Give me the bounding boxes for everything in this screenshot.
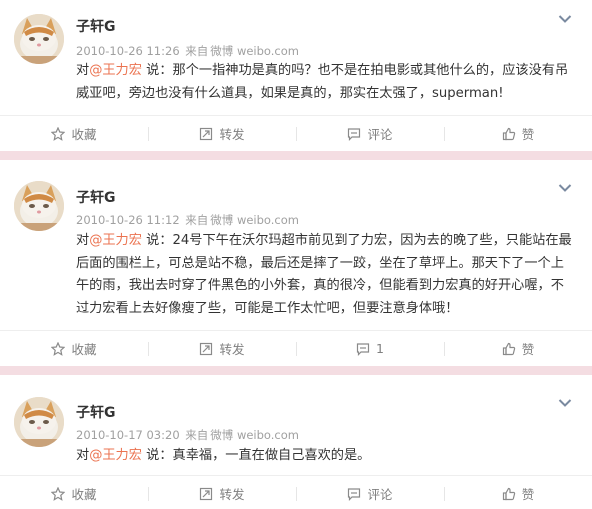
action-bar: 收藏 转发 评论 赞 (0, 475, 592, 509)
comment-button[interactable]: 评论 (296, 116, 444, 151)
mention-link[interactable]: @王力宏 (89, 63, 142, 78)
thumbs-up-icon (502, 127, 515, 140)
user-avatar[interactable] (14, 14, 64, 64)
like-button[interactable]: 赞 (444, 476, 592, 509)
user-avatar[interactable] (14, 397, 64, 447)
post-card: 子轩G 2010-10-26 11:26 来自 微博 weibo.com 对@王力… (0, 0, 592, 151)
reply-prefix: 对 (76, 63, 90, 78)
favorite-label: 收藏 (71, 487, 97, 502)
forward-icon (200, 342, 213, 355)
reply-suffix: 说： (141, 233, 173, 248)
post-card: 子轩G 2010-10-17 03:20 来自 微博 weibo.com 对@王力… (0, 375, 592, 509)
forward-button[interactable]: 转发 (148, 331, 296, 366)
star-icon (51, 341, 66, 356)
user-name[interactable]: 子轩G (76, 187, 116, 207)
favorite-label: 收藏 (71, 342, 97, 357)
comment-icon (348, 487, 361, 501)
reply-prefix: 对 (76, 448, 90, 463)
avatar-kitten-image (14, 397, 64, 447)
card-separator (0, 151, 592, 160)
post-card: 子轩G 2010-10-26 11:12 来自 微博 weibo.com 对@王力… (0, 160, 592, 366)
like-button[interactable]: 赞 (444, 331, 592, 366)
comment-count: 1 (376, 341, 384, 356)
post-meta: 2010-10-17 03:20 来自 微博 weibo.com (76, 427, 301, 443)
star-icon (51, 126, 66, 141)
star-icon (51, 486, 66, 501)
reply-suffix: 说： (141, 448, 173, 463)
source-prefix: 来自 (185, 428, 209, 442)
user-name[interactable]: 子轩G (76, 402, 116, 422)
weibo-feed: 子轩G 2010-10-26 11:26 来自 微博 weibo.com 对@王力… (0, 0, 592, 509)
post-text: 对@王力宏 说：真幸福，一直在做自己喜欢的是。 (76, 445, 576, 468)
comment-icon (356, 342, 370, 356)
post-time[interactable]: 2010-10-17 03:20 (76, 428, 180, 442)
forward-button[interactable]: 转发 (148, 476, 296, 509)
post-time[interactable]: 2010-10-26 11:12 (76, 213, 180, 227)
forward-label: 转发 (219, 487, 245, 502)
like-label: 赞 (521, 127, 535, 142)
reply-suffix: 说： (141, 63, 173, 78)
post-content: 真幸福，一直在做自己喜欢的是。 (172, 448, 371, 463)
chevron-down-icon[interactable] (558, 398, 572, 408)
forward-icon (200, 127, 213, 140)
post-text: 对@王力宏 说：24号下午在沃尔玛超市前见到了力宏，因为去的晚了些，只能站在最后… (76, 230, 576, 320)
favorite-button[interactable]: 收藏 (0, 476, 148, 509)
action-bar: 收藏 转发 1 赞 (0, 330, 592, 366)
comment-button[interactable]: 评论 (296, 476, 444, 509)
favorite-label: 收藏 (71, 127, 97, 142)
comment-label: 评论 (367, 127, 393, 142)
user-name[interactable]: 子轩G (76, 16, 116, 36)
post-time[interactable]: 2010-10-26 11:26 (76, 44, 180, 58)
forward-icon (200, 487, 213, 500)
like-button[interactable]: 赞 (444, 116, 592, 151)
avatar-kitten-image (14, 181, 64, 231)
mention-link[interactable]: @王力宏 (89, 448, 142, 463)
post-text: 对@王力宏 说：那个一指神功是真的吗？也不是在拍电影或其他什么的，应该没有吊威亚… (76, 60, 576, 105)
post-source[interactable]: 微博 weibo.com (210, 44, 299, 58)
post-meta: 2010-10-26 11:12 来自 微博 weibo.com (76, 212, 301, 228)
thumbs-up-icon (502, 342, 515, 355)
user-avatar[interactable] (14, 181, 64, 231)
forward-label: 转发 (219, 127, 245, 142)
reply-prefix: 对 (76, 233, 90, 248)
favorite-button[interactable]: 收藏 (0, 116, 148, 151)
source-prefix: 来自 (185, 44, 209, 58)
like-label: 赞 (521, 487, 535, 502)
comment-button[interactable]: 1 (296, 331, 444, 366)
favorite-button[interactable]: 收藏 (0, 331, 148, 366)
forward-label: 转发 (219, 342, 245, 357)
mention-link[interactable]: @王力宏 (89, 233, 142, 248)
forward-button[interactable]: 转发 (148, 116, 296, 151)
post-meta: 2010-10-26 11:26 来自 微博 weibo.com (76, 43, 301, 59)
source-prefix: 来自 (185, 213, 209, 227)
chevron-down-icon[interactable] (558, 14, 572, 24)
avatar-kitten-image (14, 14, 64, 64)
like-label: 赞 (521, 342, 535, 357)
post-source[interactable]: 微博 weibo.com (210, 428, 299, 442)
comment-icon (348, 127, 361, 141)
comment-label: 评论 (367, 487, 393, 502)
action-bar: 收藏 转发 评论 赞 (0, 115, 592, 151)
post-source[interactable]: 微博 weibo.com (210, 213, 299, 227)
chevron-down-icon[interactable] (558, 183, 572, 193)
thumbs-up-icon (502, 487, 515, 500)
card-separator (0, 366, 592, 375)
